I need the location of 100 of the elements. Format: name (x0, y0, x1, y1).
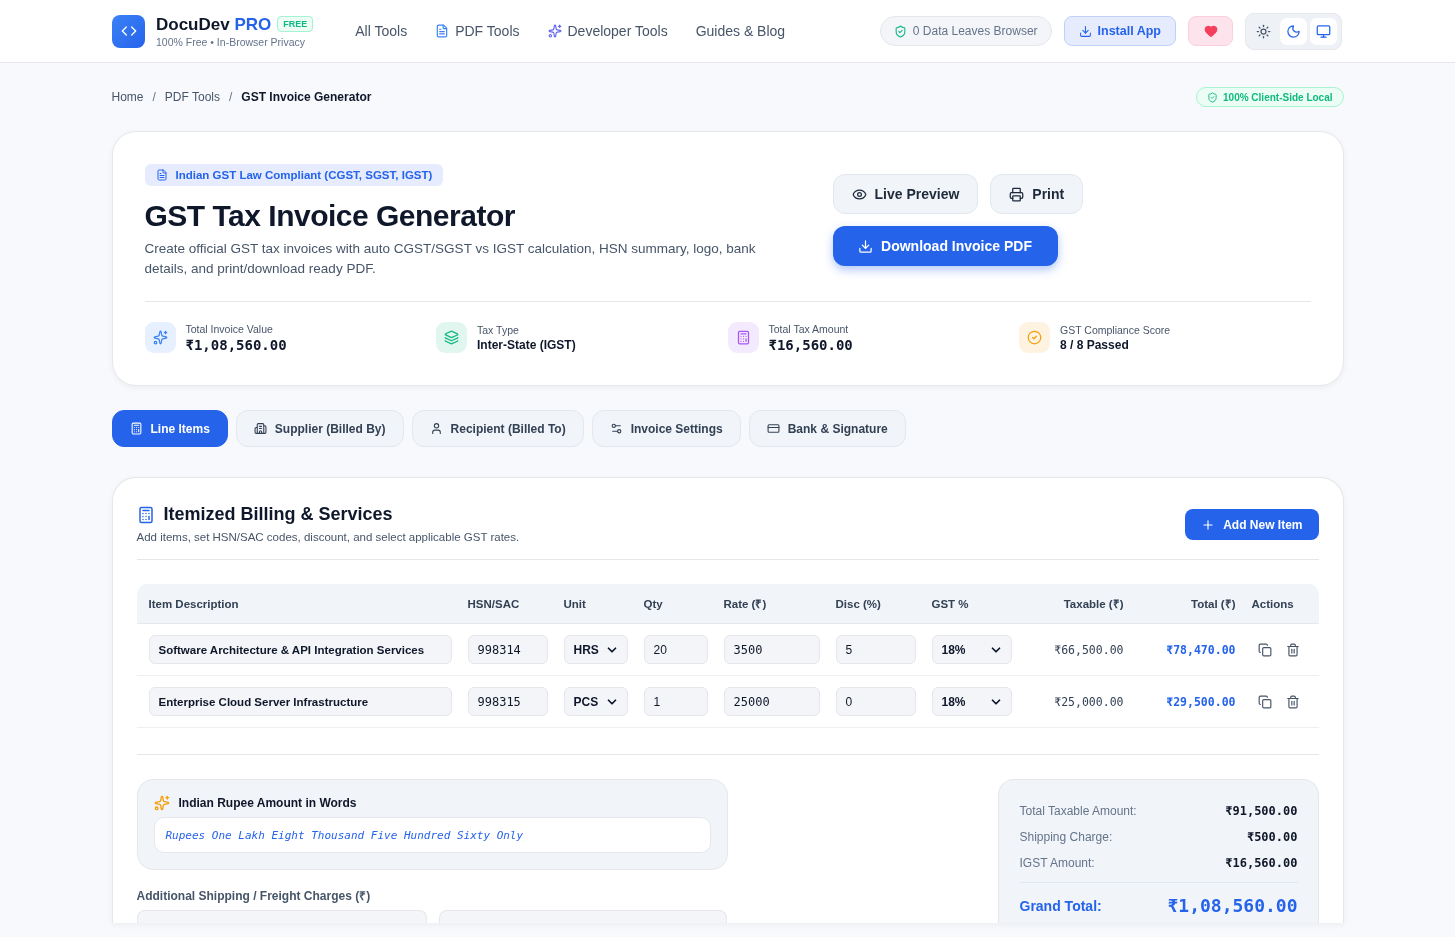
gst-select[interactable]: 18% (931, 635, 1012, 664)
column-header: Actions (1251, 597, 1295, 610)
page-description: Create official GST tax invoices with auto CGST/SGST vs IGST calculation, HSN summary, logo, bank details, and print/download ready PDF. (144, 240, 757, 278)
discount-field[interactable]: 0 (835, 687, 916, 716)
trash-icon[interactable] (1286, 642, 1300, 657)
local-badge: 100% Client-Side Local (1196, 87, 1344, 107)
unit-select[interactable]: HRS (563, 635, 628, 664)
moon-icon (1286, 23, 1301, 39)
download-icon (1078, 24, 1092, 38)
column-header: Unit (563, 597, 587, 610)
section-tab[interactable]: Line Items (111, 410, 228, 447)
printer-icon (1009, 186, 1025, 202)
description-field[interactable]: Software Architecture & API Integration Services (148, 635, 452, 664)
column-header: Disc (%) (835, 597, 882, 610)
sparkles-icon (153, 795, 170, 811)
column-header: Taxable (₹) (1062, 597, 1124, 611)
sparkles-icon (152, 330, 168, 345)
summary-label: Total Taxable Amount: (1019, 804, 1137, 818)
heart-icon (1203, 24, 1218, 38)
document-icon (435, 24, 450, 38)
brand-name: DocuDev PRO $^{FREE}$ (156, 14, 314, 35)
column-header: Qty (643, 597, 664, 610)
theme-option[interactable] (1310, 17, 1337, 45)
rate-field[interactable]: 3500 (723, 635, 820, 664)
copy-icon[interactable] (1258, 694, 1272, 709)
brand-tagline: 100% Free • In-Browser Privacy (156, 35, 306, 48)
section-tab[interactable]: Invoice Settings (591, 410, 741, 447)
gst-select[interactable]: 18% (931, 687, 1012, 716)
taxable-amount: ₹25,000.00 (1053, 694, 1124, 709)
breadcrumb-link[interactable]: Home (111, 90, 144, 104)
section-tab[interactable]: Recipient (Billed To) (411, 410, 584, 447)
column-header: HSN/SAC (467, 597, 521, 610)
copy-icon[interactable] (1258, 642, 1272, 657)
field-label: Additional Shipping / Freight Charges (₹) (136, 888, 372, 904)
stat-value: ₹16,560.00 (768, 336, 853, 353)
qty-field[interactable]: 20 (643, 635, 708, 664)
taxable-amount: ₹66,500.00 (1053, 642, 1124, 657)
breadcrumb-link[interactable]: PDF Tools (164, 90, 220, 104)
column-header: GST % (931, 597, 970, 610)
action-button[interactable]: Print (990, 174, 1084, 214)
sliders-icon (609, 422, 623, 435)
card-icon (766, 422, 780, 435)
action-button[interactable]: Live Preview (832, 174, 979, 214)
panel-title: Indian Rupee Amount in Words (178, 796, 357, 810)
sun-icon (1256, 23, 1271, 39)
qty-field[interactable]: 1 (643, 687, 708, 716)
user-icon (429, 422, 443, 435)
grand-total-value: ₹1,08,560.00 (1167, 895, 1298, 916)
calculator-icon (735, 330, 751, 345)
total-amount: ₹29,500.00 (1165, 694, 1236, 709)
summary-value: ₹16,560.00 (1225, 856, 1298, 870)
unit-select[interactable]: PCS (563, 687, 628, 716)
stat-label: Tax Type (477, 323, 520, 336)
compliance-badge: Indian GST Law Compliant (CGST, SGST, IGST) (144, 164, 444, 186)
summary-label: Shipping Charge: (1019, 830, 1113, 844)
section-tab[interactable]: Supplier (Billed By) (235, 410, 404, 447)
shipping-amount-field[interactable] (136, 910, 427, 923)
grand-total-label: Grand Total: (1019, 897, 1102, 914)
nav-link[interactable]: Guides & Blog (695, 23, 786, 39)
section-title: Itemized Billing & Services (163, 504, 393, 525)
rate-field[interactable]: 25000 (723, 687, 820, 716)
shield-icon (1207, 91, 1218, 103)
hsn-field[interactable]: 998314 (467, 635, 548, 664)
column-header: Total (₹) (1190, 597, 1236, 611)
nav-link[interactable]: All Tools (355, 23, 408, 39)
nav-link[interactable]: Developer Tools (547, 23, 668, 39)
shield-icon (893, 24, 907, 38)
trash-icon[interactable] (1286, 694, 1300, 709)
nav-link[interactable]: PDF Tools (435, 23, 520, 39)
hsn-field[interactable]: 998315 (467, 687, 548, 716)
stat-value: 8 / 8 Passed (1060, 337, 1130, 352)
calculator-icon (136, 505, 155, 524)
install-app-button[interactable]: Install App (1063, 16, 1176, 46)
theme-option[interactable] (1280, 17, 1307, 45)
document-icon (155, 169, 168, 181)
column-header: Item Description (148, 597, 240, 610)
discount-field[interactable]: 5 (835, 635, 916, 664)
stat-label: Total Invoice Value (185, 322, 274, 335)
calculator-icon (129, 422, 143, 435)
action-button[interactable]: Download Invoice PDF (832, 226, 1058, 266)
stat-value: Inter-State (IGST) (477, 337, 576, 352)
breadcrumb-link[interactable]: GST Invoice Generator (241, 90, 372, 104)
amount-in-words: Rupees One Lakh Eight Thousand Five Hundred Sixty Only (153, 817, 711, 853)
layers-icon (444, 330, 459, 345)
summary-value: ₹91,500.00 (1225, 804, 1298, 818)
description-field[interactable]: Enterprise Cloud Server Infrastructure (148, 687, 452, 716)
section-subtitle: Add items, set HSN/SAC codes, discount, and select applicable GST rates. (136, 531, 520, 543)
eye-icon (851, 186, 867, 202)
stat-label: Total Tax Amount (768, 322, 850, 335)
breadcrumb-separator: / (152, 90, 156, 104)
app-logo[interactable] (112, 14, 145, 48)
sponsor-button[interactable] (1188, 16, 1233, 46)
monitor-icon (1316, 23, 1331, 39)
add-item-button[interactable]: Add New Item (1185, 509, 1319, 540)
section-tab[interactable]: Bank & Signature (748, 410, 906, 447)
stat-label: GST Compliance Score (1060, 323, 1171, 336)
total-amount: ₹78,470.00 (1165, 642, 1236, 657)
privacy-badge: 0 Data Leaves Browser (879, 16, 1052, 46)
summary-label: IGST Amount: (1019, 856, 1095, 870)
check-circle-icon (1027, 330, 1042, 345)
